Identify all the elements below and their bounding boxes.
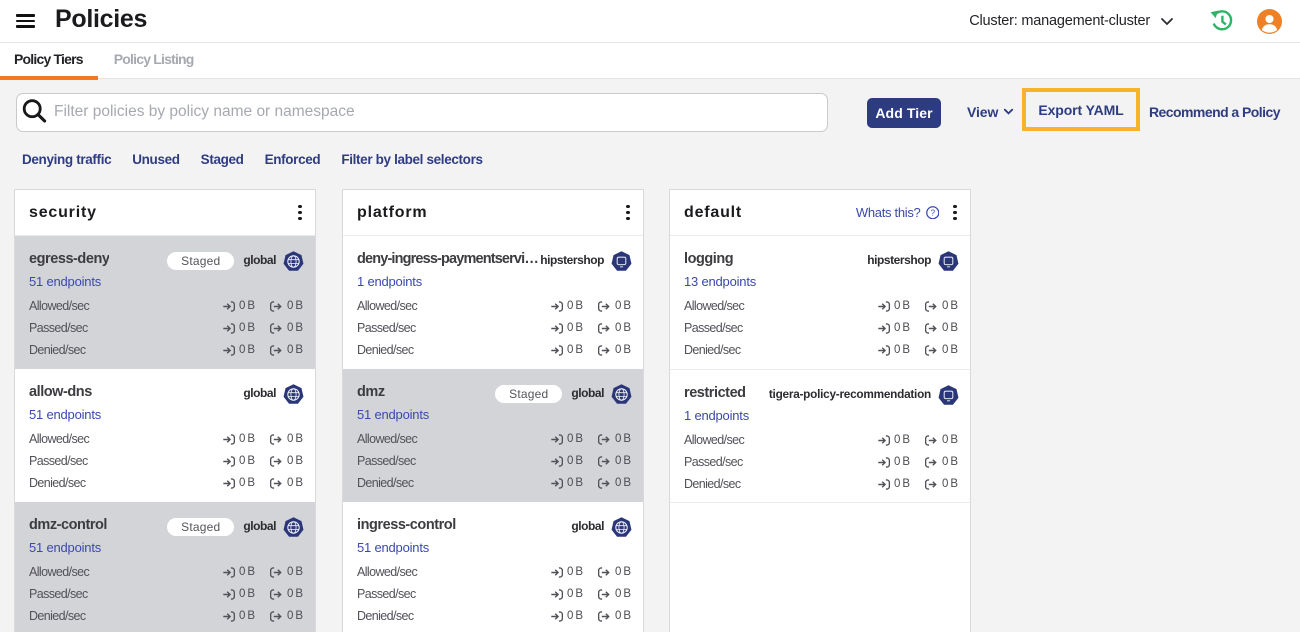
svg-text:?: ?: [930, 208, 935, 217]
